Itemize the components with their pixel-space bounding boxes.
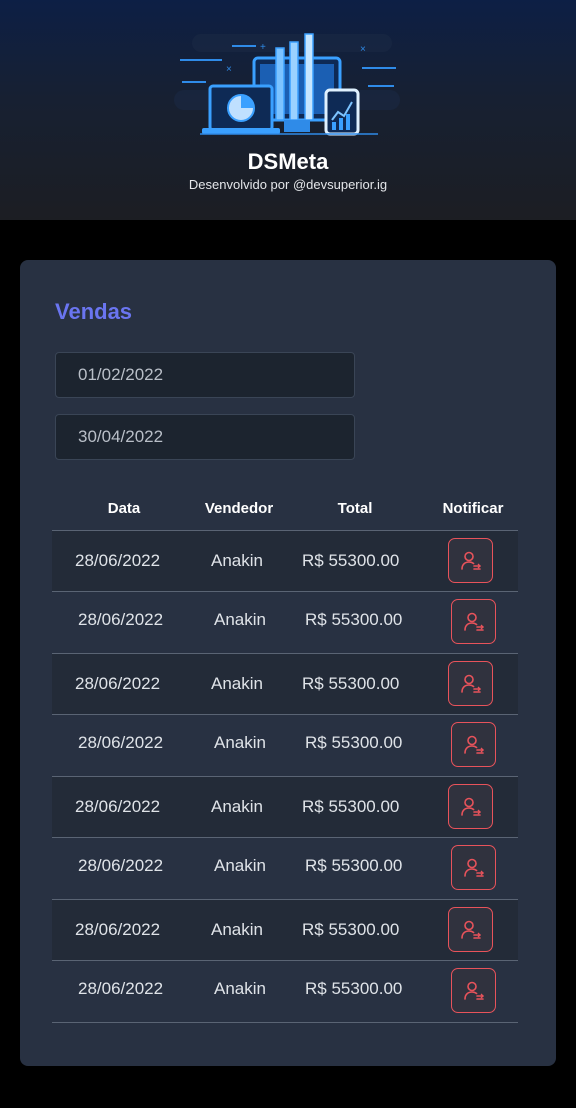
table-header: Data Vendedor Total Notificar xyxy=(52,488,518,531)
column-header-seller: Vendedor xyxy=(204,500,274,517)
table-row: 28/06/2022 Anakin R$ 55300.00 xyxy=(52,961,518,1023)
column-header-total: Total xyxy=(337,500,373,517)
sale-total: R$ 55300.00 xyxy=(305,733,403,752)
sale-date: 28/06/2022 xyxy=(75,551,161,570)
sale-date: 28/06/2022 xyxy=(75,920,161,939)
sale-total: R$ 55300.00 xyxy=(305,979,403,998)
svg-text:×: × xyxy=(360,44,366,55)
notify-button[interactable] xyxy=(451,968,496,1013)
notify-button[interactable] xyxy=(451,599,496,644)
sale-seller: Anakin xyxy=(211,797,263,816)
svg-text:+: + xyxy=(260,42,266,53)
notify-user-icon xyxy=(463,981,484,1000)
table-row: 28/06/2022 Anakin R$ 55300.00 xyxy=(52,592,518,654)
notify-user-icon xyxy=(463,612,484,631)
sale-seller: Anakin xyxy=(214,610,266,629)
sale-date: 28/06/2022 xyxy=(78,610,164,629)
sale-seller: Anakin xyxy=(214,979,266,998)
notify-user-icon xyxy=(460,674,481,693)
notify-user-icon xyxy=(460,920,481,939)
sale-seller: Anakin xyxy=(214,733,266,752)
sale-total: R$ 55300.00 xyxy=(302,551,400,570)
sale-total: R$ 55300.00 xyxy=(305,610,403,629)
table-row: 28/06/2022 Anakin R$ 55300.00 xyxy=(52,900,518,961)
app-title: DSMeta xyxy=(247,149,329,174)
notify-user-icon xyxy=(463,735,484,754)
table-row: 28/06/2022 Anakin R$ 55300.00 xyxy=(52,715,518,777)
sales-card: Vendas Data Vendedor Total Notificar 28/… xyxy=(20,260,556,1066)
sale-seller: Anakin xyxy=(211,920,263,939)
sale-total: R$ 55300.00 xyxy=(305,856,403,875)
notify-button[interactable] xyxy=(448,784,493,829)
sale-seller: Anakin xyxy=(211,674,263,693)
table-row: 28/06/2022 Anakin R$ 55300.00 xyxy=(52,654,518,715)
notify-button[interactable] xyxy=(451,845,496,890)
notify-button[interactable] xyxy=(448,661,493,706)
column-header-date: Data xyxy=(107,500,141,517)
notify-button[interactable] xyxy=(448,907,493,952)
sale-date: 28/06/2022 xyxy=(78,733,164,752)
start-date-input[interactable] xyxy=(55,352,355,398)
sale-total: R$ 55300.00 xyxy=(302,797,400,816)
svg-text:×: × xyxy=(226,64,232,75)
sale-date: 28/06/2022 xyxy=(78,856,164,875)
notify-user-icon xyxy=(460,797,481,816)
sale-date: 28/06/2022 xyxy=(75,797,161,816)
notify-user-icon xyxy=(460,551,481,570)
table-row: 28/06/2022 Anakin R$ 55300.00 xyxy=(52,531,518,592)
app-header: × × + DSMeta Desenvolvido por @devsuperi… xyxy=(0,0,576,220)
end-date-input[interactable] xyxy=(55,414,355,460)
card-title: Vendas xyxy=(55,299,133,324)
sale-seller: Anakin xyxy=(211,551,263,570)
sale-date: 28/06/2022 xyxy=(78,979,164,998)
sale-total: R$ 55300.00 xyxy=(302,920,400,939)
dashboard-devices-illustration: × × + xyxy=(174,33,400,136)
column-header-notify: Notificar xyxy=(442,500,504,517)
sale-total: R$ 55300.00 xyxy=(302,674,400,693)
notify-button[interactable] xyxy=(448,538,493,583)
table-row: 28/06/2022 Anakin R$ 55300.00 xyxy=(52,838,518,900)
sales-table: Data Vendedor Total Notificar 28/06/2022… xyxy=(52,488,518,1023)
app-subtitle: Desenvolvido por @devsuperior.ig xyxy=(188,177,388,192)
notify-user-icon xyxy=(463,858,484,877)
sale-date: 28/06/2022 xyxy=(75,674,161,693)
table-row: 28/06/2022 Anakin R$ 55300.00 xyxy=(52,777,518,838)
table-body: 28/06/2022 Anakin R$ 55300.00 28/06/2022 Ana… xyxy=(52,531,518,1023)
sale-seller: Anakin xyxy=(214,856,266,875)
notify-button[interactable] xyxy=(451,722,496,767)
